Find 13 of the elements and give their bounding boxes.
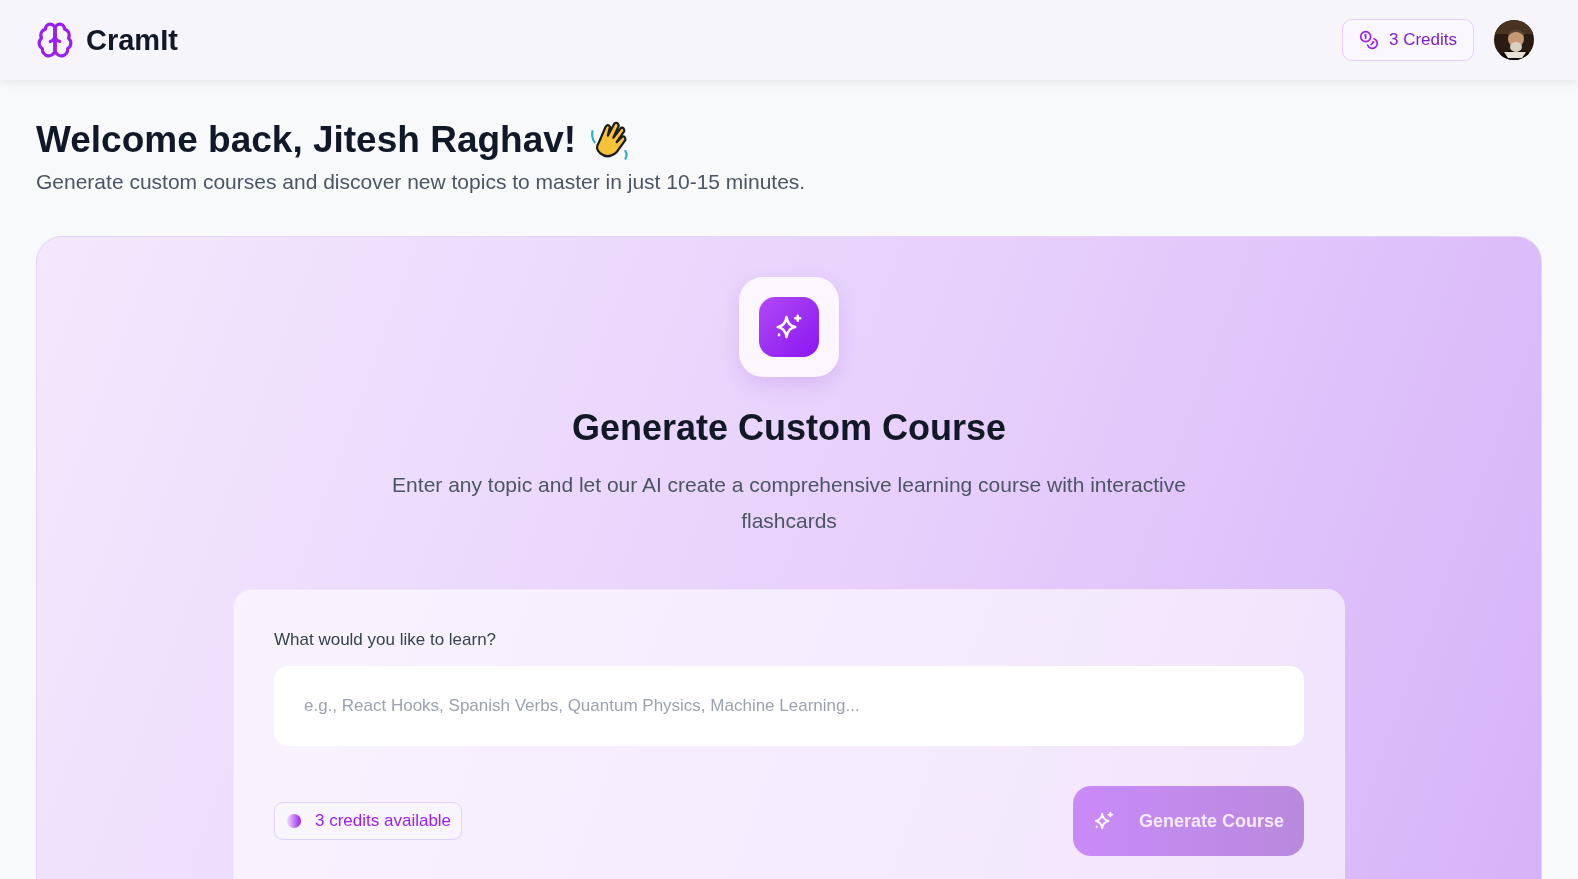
credits-available-text: 3 credits available: [315, 811, 452, 831]
topic-field[interactable]: e.g., React Hooks, Spanish Verbs, Quantum Physics, Machine Learning...: [274, 666, 1304, 746]
welcome-subtitle: Generate custom courses and discover new topics to master in just 10-15 minutes.: [36, 170, 807, 194]
dot-icon: [287, 814, 301, 828]
card-description: Enter any topic and let our AI create a comprehensive learning course with interactive flashcards: [391, 472, 1187, 534]
credits-button[interactable]: 3 Credits: [1341, 19, 1474, 61]
welcome-heading: Welcome back, Jitesh Raghav!: [36, 119, 577, 161]
app-name: CramIt: [86, 23, 178, 57]
brain-icon: [36, 21, 74, 59]
field-label: What would you like to learn?: [274, 630, 498, 650]
sparkles-icon: [1092, 810, 1115, 832]
coins-icon: [1358, 30, 1379, 50]
card-title: Generate Custom Course: [571, 407, 1007, 449]
